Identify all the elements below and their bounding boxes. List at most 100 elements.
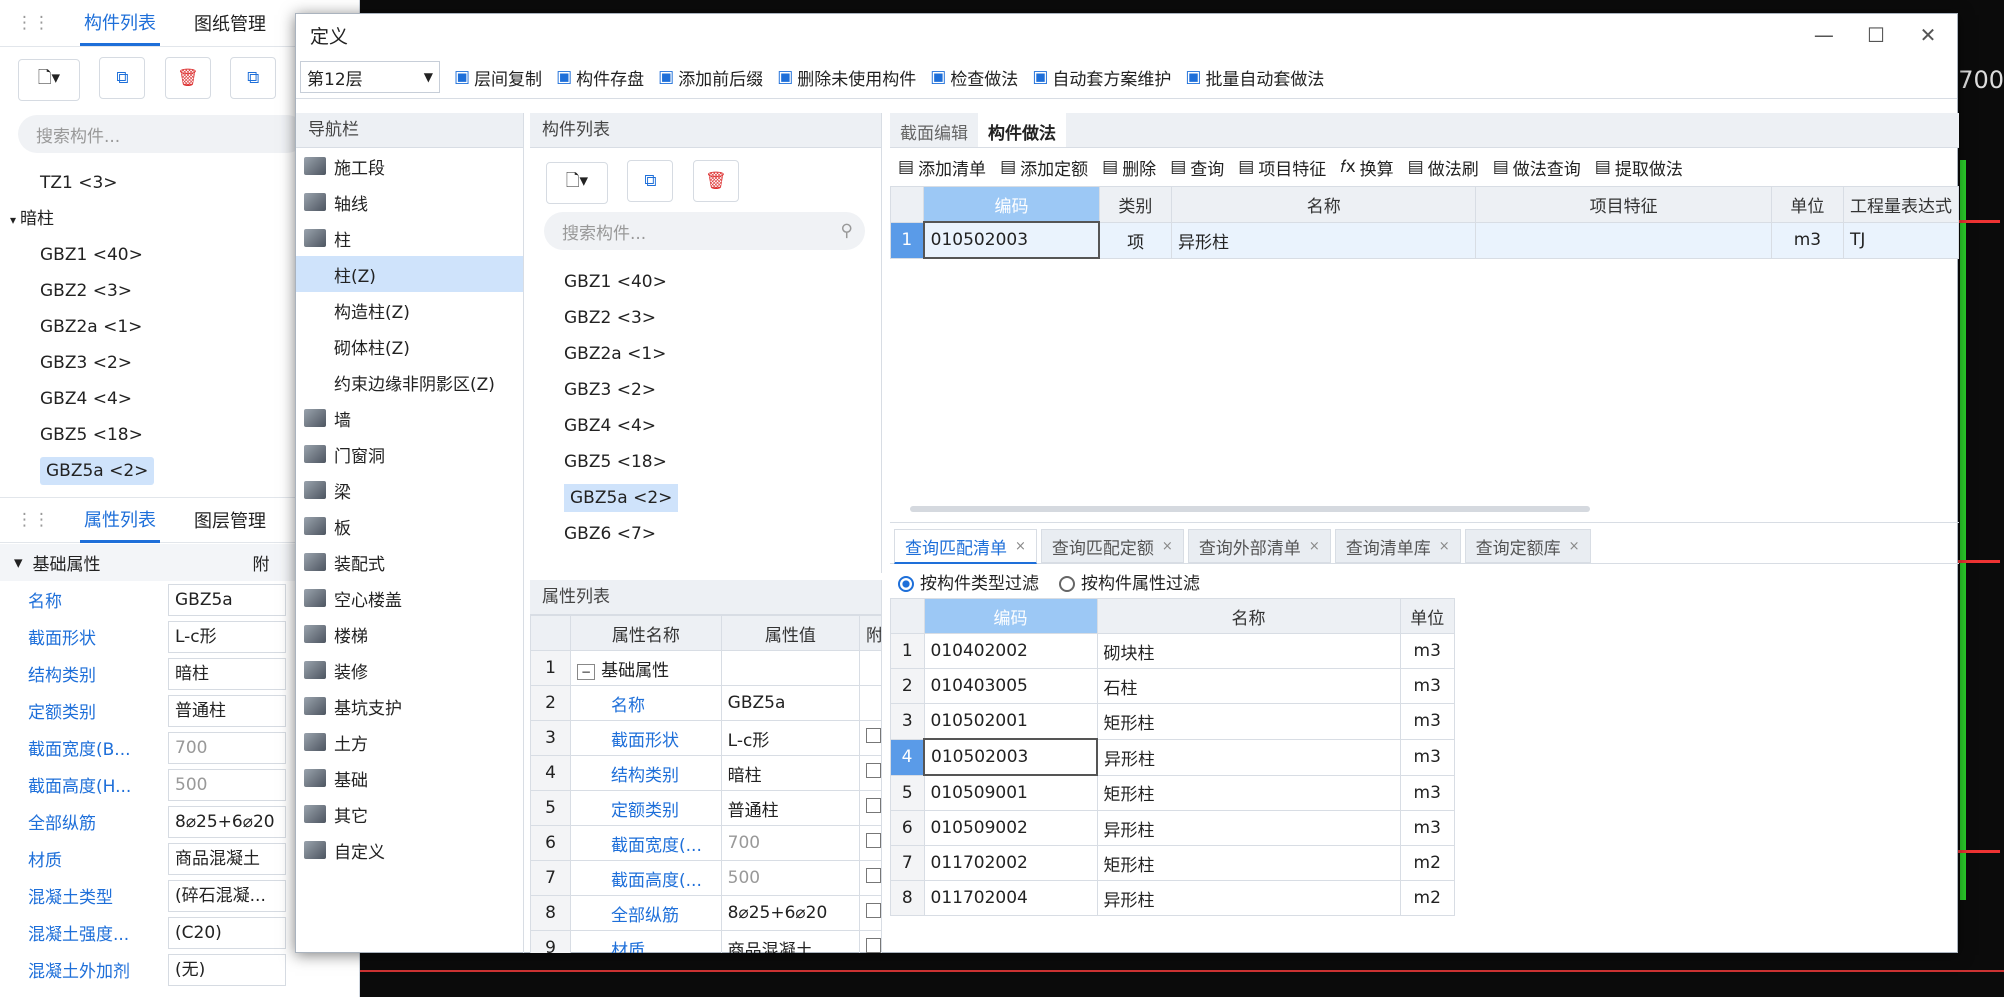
query-code[interactable]: 010502003 [923, 738, 1098, 776]
comp-list-item[interactable]: GBZ5 <18> [564, 444, 881, 480]
property-value[interactable]: (C20) [168, 916, 286, 949]
checkbox[interactable] [866, 938, 881, 953]
floor-select[interactable]: 第12层 ▼ [300, 61, 440, 93]
property-value[interactable]: (碎石混凝... [168, 879, 286, 912]
query-unit[interactable]: m3 [1399, 633, 1455, 669]
tab-section-edit[interactable]: 截面编辑 [890, 113, 978, 147]
toolbar-button-3[interactable]: ▣ 删除未使用构件 [777, 65, 916, 90]
attr-row[interactable]: 8 全部纵筋 8⌀25+6⌀20 [530, 895, 881, 931]
nav-item[interactable]: 门窗洞 [296, 436, 523, 472]
method-feature[interactable] [1475, 221, 1772, 259]
query-row[interactable]: 1 010402002 砌块柱 m3 [890, 633, 1455, 669]
query-row[interactable]: 7 011702002 矩形柱 m2 [890, 845, 1455, 881]
attr-value[interactable]: 暗柱 [720, 755, 861, 791]
query-tab-0[interactable]: 查询匹配清单 × [894, 529, 1037, 564]
query-name[interactable]: 矩形柱 [1096, 845, 1401, 881]
close-icon[interactable]: × [1439, 539, 1450, 554]
method-tool-7[interactable]: ▤ 做法查询 [1493, 155, 1581, 180]
query-tab-2[interactable]: 查询外部清单 × [1187, 529, 1331, 563]
query-row[interactable]: 8 011702004 异形柱 m2 [890, 880, 1455, 916]
query-name[interactable]: 异形柱 [1096, 880, 1401, 916]
attr-value[interactable]: GBZ5a [720, 685, 861, 721]
comp-list-item[interactable]: GBZ2a <1> [564, 336, 881, 372]
method-tool-3[interactable]: ▤ 查询 [1170, 155, 1224, 180]
method-tool-6[interactable]: ▤ 做法刷 [1408, 155, 1479, 180]
nav-item[interactable]: 楼梯 [296, 616, 523, 652]
nav-item[interactable]: 柱(Z) [296, 256, 523, 292]
attr-value[interactable]: L-c形 [720, 720, 861, 756]
nav-item[interactable]: 梁 [296, 472, 523, 508]
property-value[interactable]: 商品混凝土 [168, 842, 286, 875]
nav-item[interactable]: 墙 [296, 400, 523, 436]
search-component-input[interactable]: 搜索构件... [18, 115, 306, 153]
method-tool-4[interactable]: ▤ 项目特征 [1238, 155, 1326, 180]
maximize-icon[interactable]: ☐ [1861, 23, 1891, 47]
tab-component-list[interactable]: 构件列表 [80, 1, 160, 46]
nav-item[interactable]: 轴线 [296, 184, 523, 220]
toolbar-button-6[interactable]: ▣ 批量自动套做法 [1185, 65, 1324, 90]
query-code[interactable]: 011702004 [923, 880, 1098, 916]
attr-row[interactable]: 6 截面宽度(... 700 [530, 825, 881, 861]
property-value[interactable]: 500 [168, 768, 286, 801]
comp-list-item[interactable]: GBZ4 <4> [564, 408, 881, 444]
method-tool-2[interactable]: ▤ 删除 [1102, 155, 1156, 180]
query-row[interactable]: 2 010403005 石柱 m3 [890, 668, 1455, 704]
query-code[interactable]: 010509002 [923, 810, 1098, 846]
layer-copy-button[interactable]: ⧉ [230, 57, 277, 99]
attr-row[interactable]: 7 截面高度(... 500 [530, 860, 881, 896]
attr-row[interactable]: 4 结构类别 暗柱 [530, 755, 881, 791]
query-row[interactable]: 5 010509001 矩形柱 m3 [890, 774, 1455, 811]
checkbox[interactable] [866, 798, 881, 813]
close-icon[interactable]: × [1015, 539, 1026, 554]
toolbar-button-1[interactable]: ▣ 构件存盘 [556, 65, 644, 90]
query-code[interactable]: 010402002 [923, 633, 1098, 669]
delete-button[interactable]: 🗑 [164, 57, 211, 99]
nav-item[interactable]: 柱 [296, 220, 523, 256]
property-row[interactable]: 混凝土外加剂 (无) [0, 951, 360, 988]
attr-row[interactable]: 2 名称 GBZ5a [530, 685, 881, 721]
attr-value[interactable]: 700 [720, 825, 861, 861]
property-value[interactable]: 普通柱 [168, 694, 286, 727]
attr-value[interactable]: 商品混凝土 [720, 930, 861, 953]
query-row[interactable]: 4 010502003 异形柱 m3 [890, 738, 1455, 776]
query-name[interactable]: 砌块柱 [1096, 633, 1401, 669]
query-code[interactable]: 010509001 [923, 774, 1098, 811]
new-component-button[interactable]: 🗋▾ [18, 58, 80, 101]
collapse-icon[interactable]: ▾ [0, 553, 23, 573]
property-value[interactable]: GBZ5a [168, 583, 286, 616]
close-icon[interactable]: ✕ [1913, 23, 1943, 47]
method-expr[interactable]: TJ [1843, 221, 1959, 259]
horizontal-scrollbar[interactable] [910, 506, 1590, 512]
comp-list-item[interactable]: GBZ5a <2> [564, 480, 881, 516]
close-icon[interactable]: × [1309, 539, 1320, 554]
query-unit[interactable]: m3 [1399, 774, 1455, 811]
dialog-titlebar[interactable]: 定义 — ☐ ✕ [296, 14, 1957, 56]
toolbar-button-5[interactable]: ▣ 自动套方案维护 [1032, 65, 1171, 90]
property-value[interactable]: 700 [168, 731, 286, 764]
nav-item[interactable]: 装修 [296, 652, 523, 688]
drag-handle-icon[interactable]: ⋮⋮ [16, 510, 50, 530]
property-value[interactable]: L-c形 [168, 620, 286, 653]
nav-item[interactable]: 构造柱(Z) [296, 292, 523, 328]
method-tool-5[interactable]: 𝑓x 换算 [1340, 155, 1393, 180]
property-value[interactable]: (无) [168, 953, 286, 986]
query-name[interactable]: 矩形柱 [1096, 703, 1401, 740]
checkbox[interactable] [866, 728, 881, 743]
tab-drawing-manage[interactable]: 图纸管理 [190, 2, 270, 44]
nav-item[interactable]: 自定义 [296, 832, 523, 868]
tab-component-method[interactable]: 构件做法 [978, 113, 1066, 147]
method-tool-0[interactable]: ▤ 添加清单 [898, 155, 986, 180]
new-component-button[interactable]: 🗋▾ [546, 161, 608, 204]
nav-item[interactable]: 土方 [296, 724, 523, 760]
query-unit[interactable]: m2 [1399, 880, 1455, 916]
method-tool-1[interactable]: ▤ 添加定额 [1000, 155, 1088, 180]
toolbar-button-2[interactable]: ▣ 添加前后缀 [658, 65, 763, 90]
method-tool-8[interactable]: ▤ 提取做法 [1595, 155, 1683, 180]
nav-item[interactable]: 空心楼盖 [296, 580, 523, 616]
query-tab-3[interactable]: 查询清单库 × [1334, 529, 1461, 563]
toolbar-button-0[interactable]: ▣ 层间复制 [454, 65, 542, 90]
minimize-icon[interactable]: — [1809, 23, 1839, 47]
attr-row[interactable]: 5 定额类别 普通柱 [530, 790, 881, 826]
checkbox[interactable] [866, 868, 881, 883]
query-name[interactable]: 石柱 [1096, 668, 1401, 704]
